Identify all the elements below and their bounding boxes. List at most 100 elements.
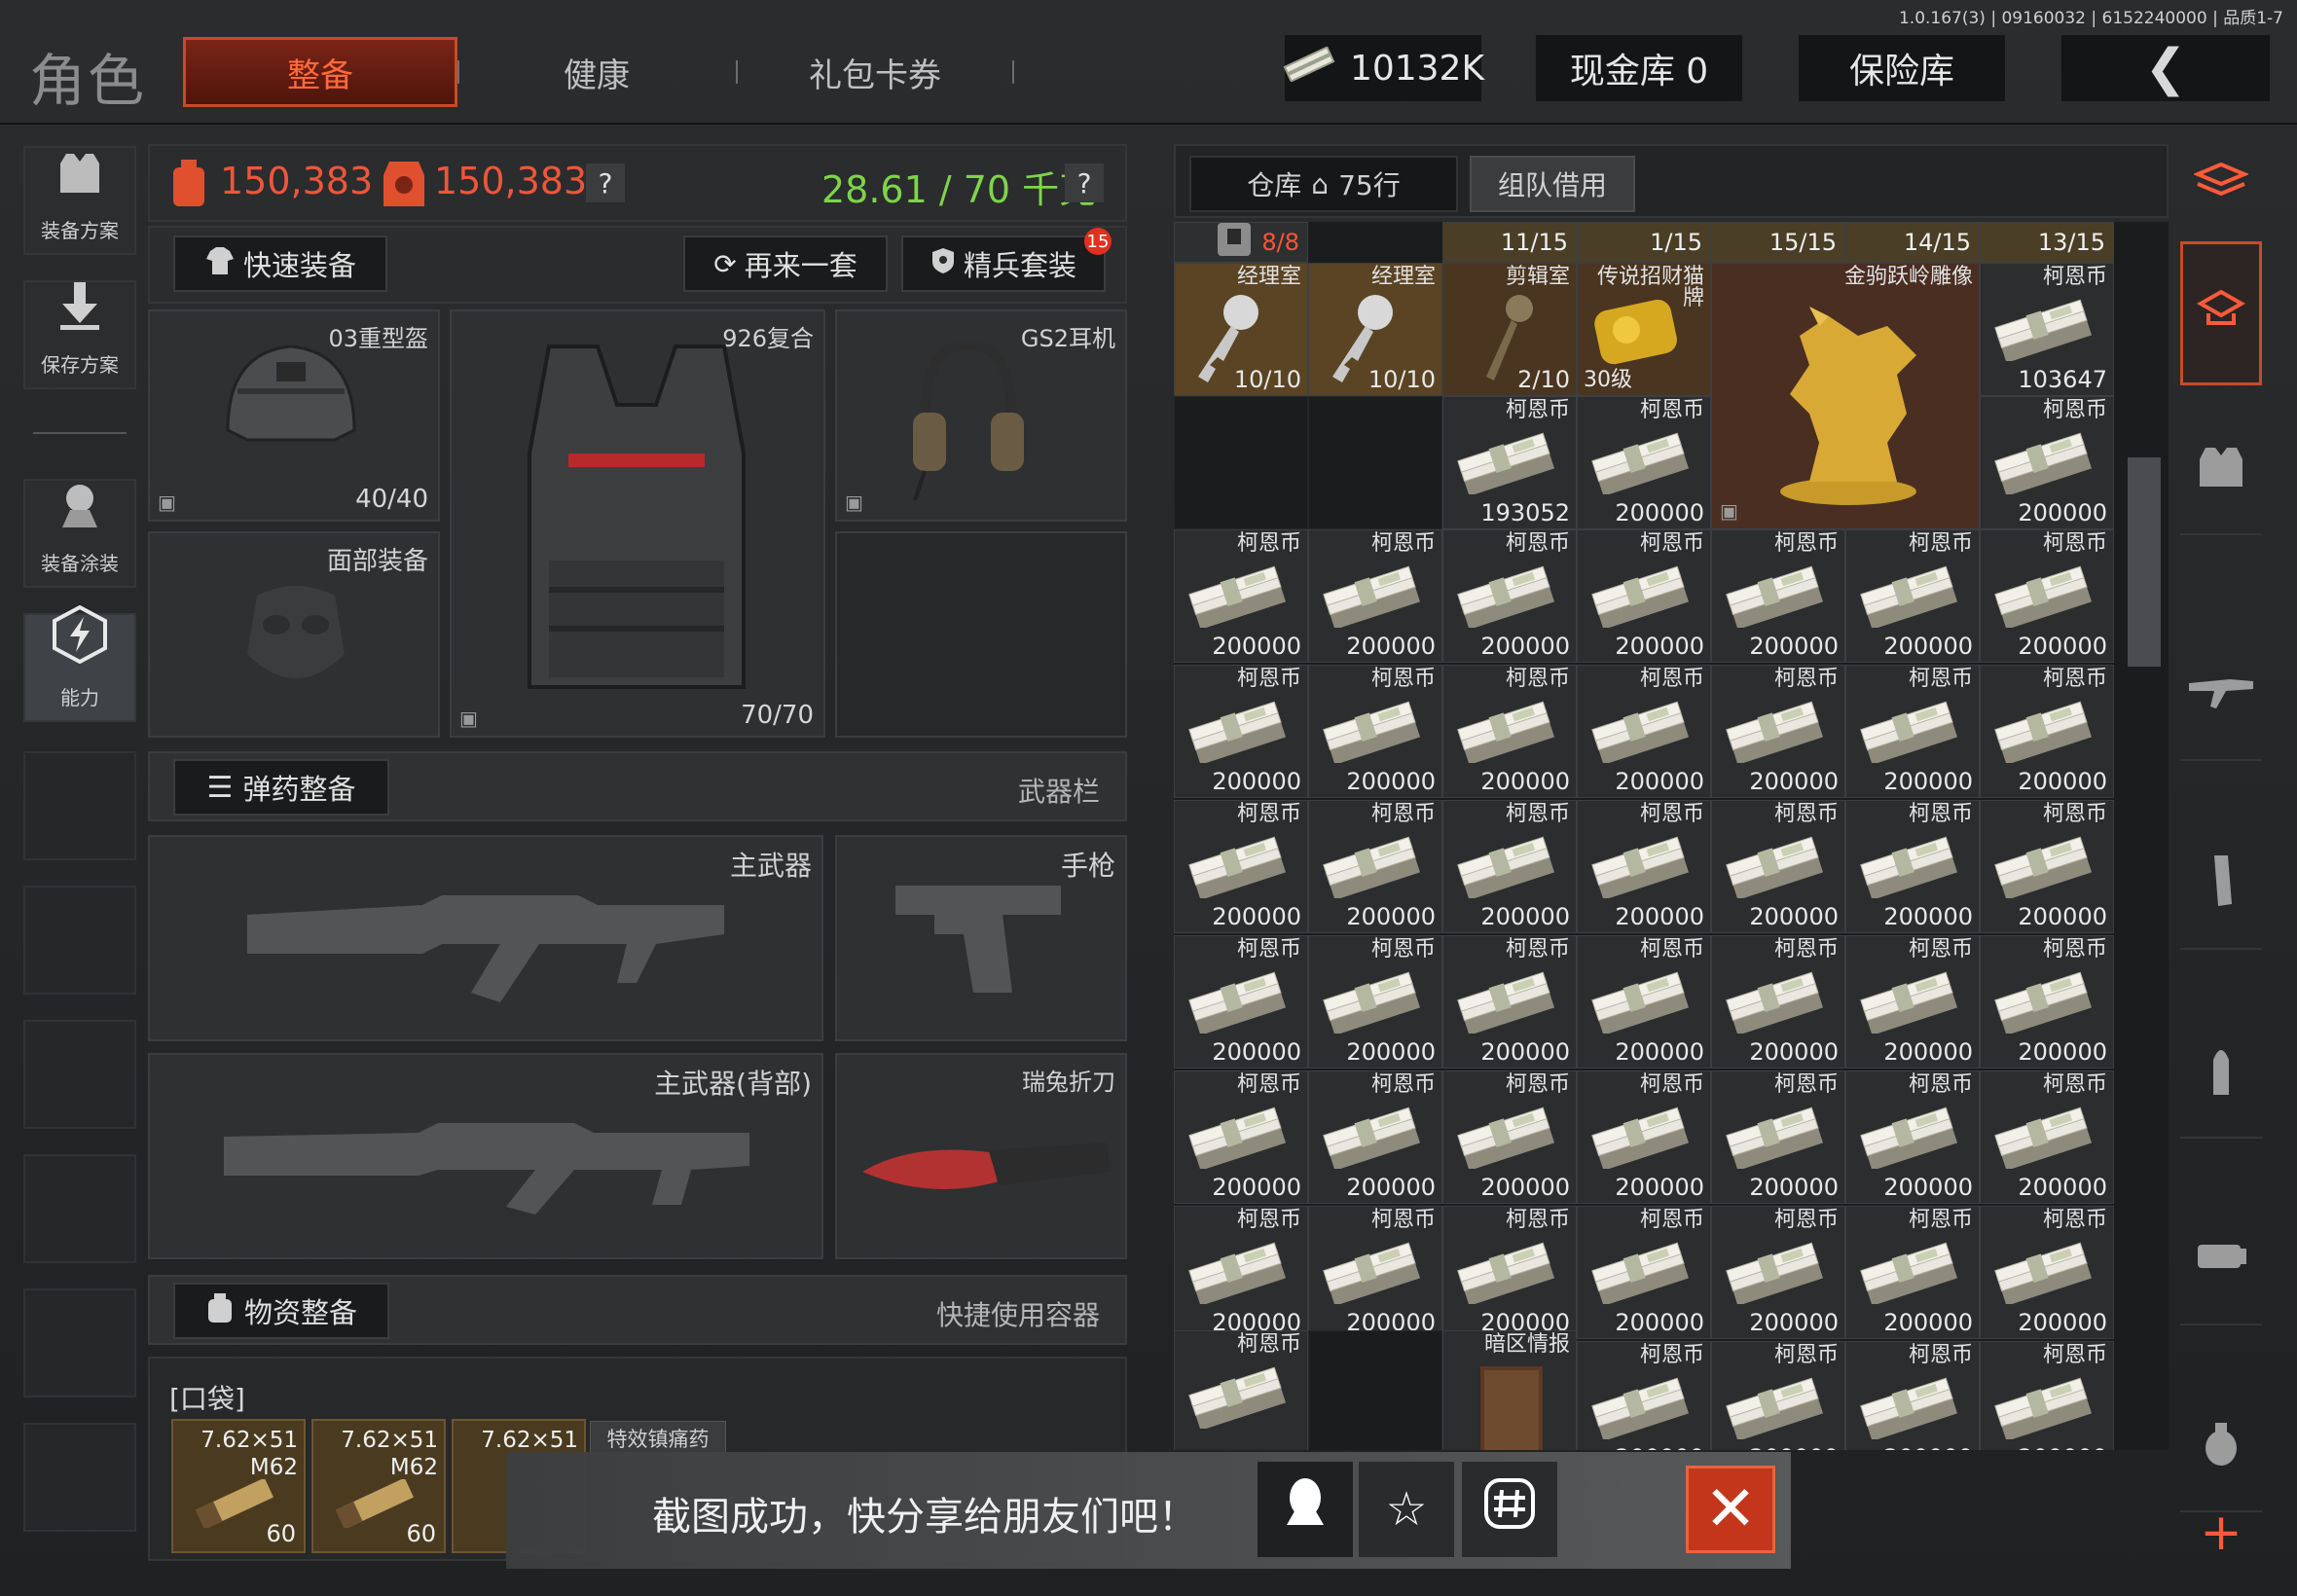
close-toast-button[interactable]: ✕ (1686, 1466, 1775, 1553)
team-borrow-tab[interactable]: 组队借用 (1470, 156, 1635, 212)
coin-item[interactable]: 柯恩币200000 (1980, 1206, 2114, 1339)
pocket-item[interactable]: 7.62×51 M62 60 (311, 1419, 446, 1553)
coin-item[interactable]: 柯恩币200000 (1711, 1341, 1845, 1450)
coin-item[interactable]: 柯恩币200000 (1174, 665, 1308, 798)
face-slot[interactable]: 面部装备 (148, 531, 440, 738)
coin-item[interactable]: 柯恩币200000 (1845, 800, 1980, 933)
qq-share-button[interactable] (1258, 1462, 1353, 1557)
coin-item[interactable]: 柯恩币200000 (1442, 1206, 1577, 1339)
coin-item[interactable]: 柯恩币200000 (1577, 1070, 1711, 1204)
hat-filter-button[interactable] (2180, 241, 2262, 385)
coin-item[interactable]: 柯恩币200000 (1308, 665, 1442, 798)
sidebar-item-equip-plan[interactable]: 装备方案 (23, 146, 136, 255)
qzone-share-button[interactable]: ☆ (1359, 1462, 1454, 1557)
inventory-scrollbar[interactable] (2128, 457, 2161, 667)
cash-vault-button[interactable]: 现金库 0 (1534, 33, 1744, 103)
rifle-filter-button[interactable] (2180, 635, 2262, 761)
coin-item[interactable]: 柯恩币200000 (1845, 1341, 1980, 1450)
coin-item[interactable]: 柯恩币200000 (1577, 800, 1711, 933)
coin-item[interactable]: 柯恩币200000 (1980, 665, 2114, 798)
empty-plan-slot[interactable] (23, 1423, 136, 1532)
weight-help-button[interactable]: ? (1065, 163, 1104, 202)
sidebar-item-paint[interactable]: 装备涂装 (23, 479, 136, 588)
coin-item[interactable]: 柯恩币200000 (1711, 935, 1845, 1069)
coin-item[interactable]: 柯恩币200000 (1711, 665, 1845, 798)
coin-item[interactable]: 柯恩币200000 (1845, 529, 1980, 663)
empty-plan-slot[interactable] (23, 886, 136, 995)
capacity-cell[interactable]: 13/15 (1980, 222, 2114, 263)
gold-horse-statue[interactable]: 金驹跃岭雕像 ▣ (1711, 263, 1980, 529)
key-item[interactable]: 经理室 10/10 (1308, 263, 1442, 396)
supply-prep-button[interactable]: 物资整备 (173, 1283, 389, 1339)
key-item[interactable]: 经理室 10/10 (1174, 263, 1308, 396)
coin-item[interactable]: 柯恩币200000 (1577, 529, 1711, 663)
empty-cell[interactable] (1308, 1330, 1442, 1450)
coin-item[interactable]: 柯恩币200000 (1442, 1070, 1577, 1204)
coin-item[interactable]: 柯恩币200000 (1308, 800, 1442, 933)
empty-plan-slot[interactable] (23, 1154, 136, 1263)
safe-button[interactable]: 保险库 (1797, 33, 2007, 103)
coin-item[interactable]: 柯恩币200000 (1845, 935, 1980, 1069)
coin-item[interactable]: 柯恩币200000 (1308, 1070, 1442, 1204)
capacity-cell[interactable]: 14/15 (1845, 222, 1980, 263)
coin-item[interactable]: 柯恩币 103647 (1980, 263, 2114, 396)
coin-item[interactable]: 柯恩币200000 (1174, 529, 1308, 663)
coin-item[interactable]: 柯恩币 200000 (1980, 396, 2114, 529)
coin-item[interactable]: 柯恩币 (1174, 1330, 1308, 1450)
helmet-slot[interactable]: 03重型盔 ▣ 40/40 (148, 309, 440, 522)
empty-plan-slot[interactable] (23, 1020, 136, 1129)
coin-item[interactable]: 柯恩币200000 (1174, 800, 1308, 933)
back-button[interactable]: ❮ (2060, 33, 2272, 103)
coin-item[interactable]: 柯恩币200000 (1711, 800, 1845, 933)
add-filter-button[interactable]: + (2180, 1469, 2262, 1596)
coin-item[interactable]: 柯恩币200000 (1845, 1070, 1980, 1204)
value-help-button[interactable]: ? (586, 163, 625, 202)
coin-item[interactable]: 柯恩币200000 (1174, 935, 1308, 1069)
coin-item[interactable]: 柯恩币200000 (1711, 529, 1845, 663)
pistol-slot[interactable]: 手枪 (835, 835, 1127, 1041)
coin-item[interactable]: 柯恩币200000 (1980, 935, 2114, 1069)
knife-slot[interactable]: 瑞兔折刀 (835, 1053, 1127, 1259)
tab-equip[interactable]: 整备 (183, 37, 457, 107)
capacity-cell[interactable]: 1/15 (1577, 222, 1711, 263)
intel-item[interactable]: 暗区情报 (1442, 1330, 1577, 1450)
coin-item[interactable]: 柯恩币200000 (1174, 1206, 1308, 1339)
coin-item[interactable]: 柯恩币200000 (1577, 1206, 1711, 1339)
back-weapon-slot[interactable]: 主武器(背部) (148, 1053, 823, 1259)
capacity-cell[interactable]: 8/8 (1174, 222, 1308, 263)
coin-item[interactable]: 柯恩币200000 (1442, 800, 1577, 933)
coin-item[interactable]: 柯恩币200000 (1577, 1341, 1711, 1450)
coin-item[interactable]: 柯恩币200000 (1845, 665, 1980, 798)
coin-item[interactable]: 柯恩币200000 (1980, 529, 2114, 663)
painkiller-item[interactable]: 特效镇痛药 (590, 1421, 726, 1456)
quick-equip-button[interactable]: 快速装备 (173, 236, 387, 292)
coin-item[interactable]: 柯恩币200000 (1308, 529, 1442, 663)
sidebar-item-save-plan[interactable]: 保存方案 (23, 280, 136, 389)
empty-plan-slot[interactable] (23, 1288, 136, 1397)
magazine-filter-button[interactable] (2180, 823, 2262, 950)
sidebar-item-ability[interactable]: 能力 (23, 604, 136, 722)
coin-item[interactable]: 柯恩币200000 (1308, 1206, 1442, 1339)
hashtag-share-button[interactable] (1462, 1462, 1557, 1557)
coin-item[interactable]: 柯恩币 200000 (1577, 396, 1711, 529)
coin-item[interactable]: 柯恩币 193052 (1442, 396, 1577, 529)
coin-item[interactable]: 柯恩币200000 (1442, 935, 1577, 1069)
primary-weapon-slot[interactable]: 主武器 (148, 835, 823, 1041)
headset-slot[interactable]: GS2耳机 ▣ (835, 309, 1127, 522)
empty-gear-slot[interactable] (835, 531, 1127, 738)
coin-item[interactable]: 柯恩币200000 (1980, 800, 2114, 933)
armor-slot[interactable]: 926复合 ▣ 70/70 (450, 309, 825, 738)
coin-item[interactable]: 柯恩币200000 (1980, 1341, 2114, 1450)
warehouse-tab[interactable]: 仓库 ⌂ 75行 (1189, 156, 1458, 212)
ammo-prep-button[interactable]: ☰ 弹药整备 (173, 759, 389, 816)
coin-item[interactable]: 柯恩币200000 (1308, 935, 1442, 1069)
capacity-cell[interactable]: 15/15 (1711, 222, 1845, 263)
coin-item[interactable]: 柯恩币200000 (1577, 665, 1711, 798)
empty-cell[interactable] (1308, 396, 1442, 529)
lucky-cat-item[interactable]: 传说招财猫牌 30级 (1577, 263, 1711, 396)
coin-item[interactable]: 柯恩币200000 (1577, 935, 1711, 1069)
capacity-cell[interactable]: 11/15 (1442, 222, 1577, 263)
elite-set-button[interactable]: 精兵套装 (901, 236, 1106, 292)
tab-health[interactable]: 健康 (459, 37, 734, 107)
empty-plan-slot[interactable] (23, 751, 136, 860)
